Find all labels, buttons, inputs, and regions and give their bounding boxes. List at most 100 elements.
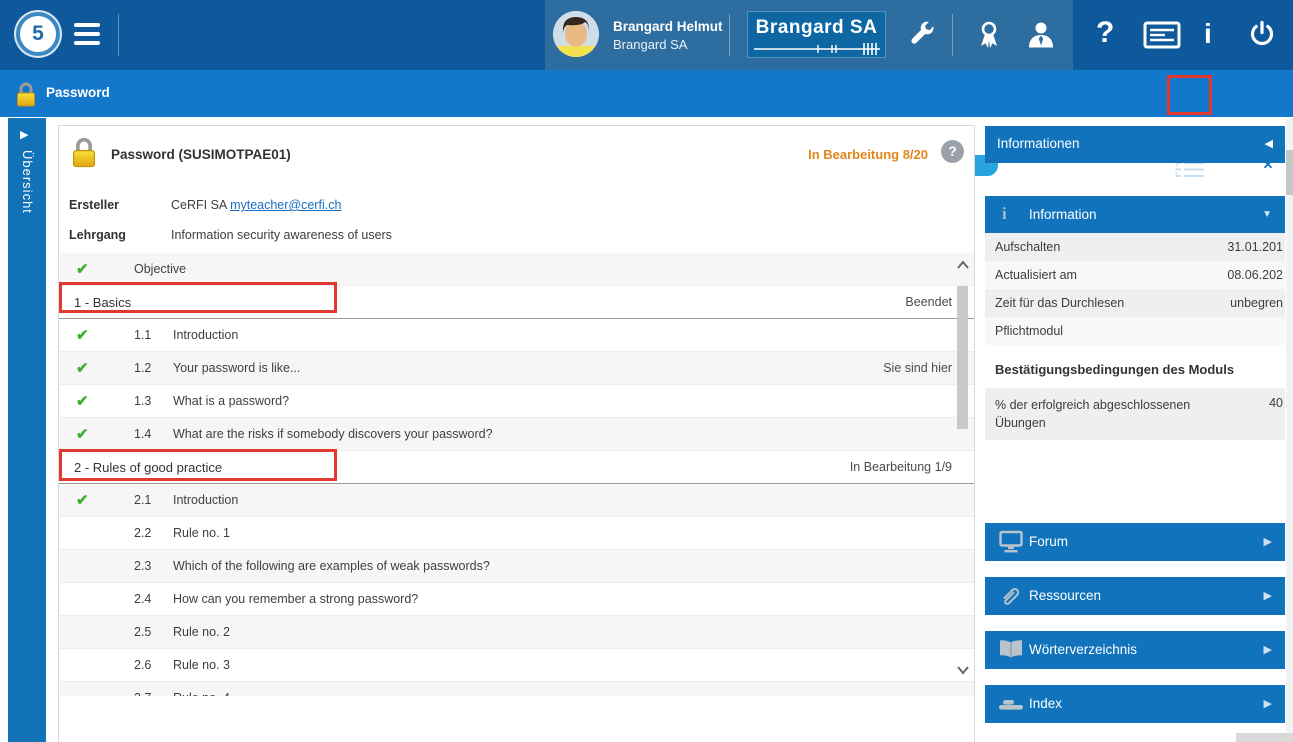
- section-status: Beendet: [905, 295, 952, 309]
- info-label: Zeit für das Durchlesen: [995, 296, 1125, 310]
- expand-right-icon: [1264, 697, 1272, 710]
- collapse-left-icon: [1265, 137, 1273, 150]
- lesson-row[interactable]: 1.3 What is a password?: [59, 385, 974, 418]
- info-row: Zeit für das Durchlesen unbegren: [985, 289, 1285, 317]
- scroll-up-icon[interactable]: [955, 259, 971, 271]
- lesson-row[interactable]: 1.2 Your password is like... Sie sind hi…: [59, 352, 974, 385]
- lms-module-screen: 5 Brangard Helmut Brangard SA Brangard S…: [0, 0, 1293, 742]
- lesson-title: What is a password?: [173, 394, 290, 408]
- lesson-number: 2.7: [134, 682, 173, 696]
- lesson-title: Objective: [134, 262, 187, 276]
- collapse-down-icon: [1262, 209, 1272, 220]
- info-label: Aufschalten: [995, 240, 1061, 254]
- module-content-card: Password (SUSIMOTPAE01) In Bearbeitung 8…: [58, 125, 975, 742]
- lesson-number: 1.3: [134, 394, 152, 408]
- creator-name: CeRFI SA: [171, 198, 227, 212]
- info-row: Pflichtmodul: [985, 317, 1285, 345]
- lock-icon: [17, 82, 35, 107]
- help-icon[interactable]: ?: [1096, 16, 1114, 50]
- lesson-row[interactable]: 2.6 Rule no. 3: [59, 649, 974, 682]
- paperclip-icon: [998, 584, 1024, 608]
- lesson-row[interactable]: 2.5 Rule no. 2: [59, 616, 974, 649]
- lesson-row[interactable]: 2.3 Which of the following are examples …: [59, 550, 974, 583]
- ressourcen-panel-header[interactable]: Ressourcen: [985, 577, 1285, 615]
- sidebar-scrollbar-track[interactable]: [1286, 118, 1293, 742]
- info-value: unbegren: [1230, 296, 1283, 310]
- lesson-title: What are the risks if somebody discovers…: [173, 427, 493, 441]
- section-title: 1 - Basics: [74, 295, 132, 310]
- lesson-number: 2.5: [134, 625, 152, 639]
- expand-right-icon: [20, 128, 28, 141]
- check-icon: [76, 418, 89, 451]
- information-panel-header[interactable]: i Information: [985, 196, 1285, 233]
- lesson-row[interactable]: Objective: [59, 253, 974, 286]
- settings-wrench-icon[interactable]: [908, 21, 936, 49]
- condition-row: % der erfolgreich abgeschlossenen Übunge…: [985, 388, 1285, 440]
- lesson-title: Rule no. 1: [173, 526, 230, 540]
- module-toolbar: Password 40% Modulfortschritt: [0, 70, 1293, 177]
- app-logo[interactable]: 5: [16, 12, 60, 56]
- lesson-title: Introduction: [173, 328, 239, 342]
- lesson-row[interactable]: 2.7 Rule no. 4: [59, 682, 974, 696]
- lesson-row[interactable]: 2.2 Rule no. 1: [59, 517, 974, 550]
- menu-hamburger-icon[interactable]: [74, 23, 100, 47]
- news-icon[interactable]: [1143, 21, 1181, 49]
- sidebar-scrollbar-thumb[interactable]: [1286, 150, 1293, 195]
- lesson-number: 2.1: [134, 493, 152, 507]
- condition-label: % der erfolgreich abgeschlossenen Übunge…: [995, 398, 1191, 430]
- user-profile-icon[interactable]: [1026, 20, 1056, 50]
- check-icon: [76, 352, 89, 385]
- section-title: 2 - Rules of good practice: [74, 460, 223, 475]
- expand-right-icon: [1264, 535, 1272, 548]
- info-label: Pflichtmodul: [995, 324, 1064, 338]
- lesson-number: 1.2: [134, 361, 152, 375]
- lesson-title: How can you remember a strong password?: [173, 592, 419, 606]
- overview-tab-label: Übersicht: [20, 150, 35, 214]
- section-row[interactable]: 1 - Basics Beendet: [59, 286, 974, 319]
- toolbar-title: Password: [46, 85, 110, 100]
- check-icon: [76, 385, 89, 418]
- logout-power-icon[interactable]: [1247, 20, 1277, 50]
- woerterverzeichnis-panel-header[interactable]: Wörterverzeichnis: [985, 631, 1285, 669]
- forum-label: Forum: [1029, 534, 1069, 549]
- lesson-number: 1.1: [134, 328, 152, 342]
- forum-panel-header[interactable]: Forum: [985, 523, 1285, 561]
- lesson-row[interactable]: 1.1 Introduction: [59, 319, 974, 352]
- condition-value: 40: [1269, 396, 1283, 410]
- book-icon: [998, 638, 1024, 662]
- company-logo-text: Brangard SA: [755, 17, 878, 38]
- logo-signal-line: [754, 43, 880, 55]
- award-medal-icon[interactable]: [975, 20, 1003, 50]
- expand-right-icon: [1264, 589, 1272, 602]
- creator-email-link[interactable]: myteacher@cerfi.ch: [230, 198, 341, 212]
- ressourcen-label: Ressourcen: [1029, 588, 1102, 603]
- lesson-row[interactable]: 2.4 How can you remember a strong passwo…: [59, 583, 974, 616]
- scroll-down-icon[interactable]: [955, 664, 971, 676]
- lesson-row[interactable]: 1.4 What are the risks if somebody disco…: [59, 418, 974, 451]
- information-panel-title: Information: [1029, 207, 1097, 222]
- informationen-header[interactable]: Informationen: [985, 126, 1285, 163]
- lesson-row[interactable]: 2.1 Introduction: [59, 484, 974, 517]
- overview-side-tab[interactable]: Übersicht: [8, 118, 46, 742]
- info-value: 31.01.201: [1227, 240, 1283, 254]
- divider: [952, 14, 953, 56]
- company-logo: Brangard SA: [747, 11, 886, 58]
- help-circle-icon[interactable]: [941, 140, 964, 163]
- index-panel-header[interactable]: Index: [985, 685, 1285, 723]
- current-position-label: Sie sind hier: [883, 361, 952, 375]
- check-icon: [76, 319, 89, 352]
- user-name: Brangard Helmut: [613, 19, 723, 34]
- lesson-title: Rule no. 2: [173, 625, 230, 639]
- avatar[interactable]: [553, 11, 599, 57]
- woerterverzeichnis-label: Wörterverzeichnis: [1029, 642, 1138, 657]
- index-label: Index: [1029, 696, 1063, 711]
- divider: [118, 14, 119, 56]
- info-icon[interactable]: i: [1204, 18, 1212, 50]
- divider: [729, 14, 730, 56]
- lesson-number: 2.4: [134, 592, 152, 606]
- section-row[interactable]: 2 - Rules of good practice In Bearbeitun…: [59, 451, 974, 484]
- top-navigation-bar: 5 Brangard Helmut Brangard SA Brangard S…: [0, 0, 1293, 70]
- monitor-icon: [998, 530, 1024, 554]
- module-title: Password (SUSIMOTPAE01): [111, 147, 291, 162]
- list-scrollbar-thumb[interactable]: [957, 286, 968, 429]
